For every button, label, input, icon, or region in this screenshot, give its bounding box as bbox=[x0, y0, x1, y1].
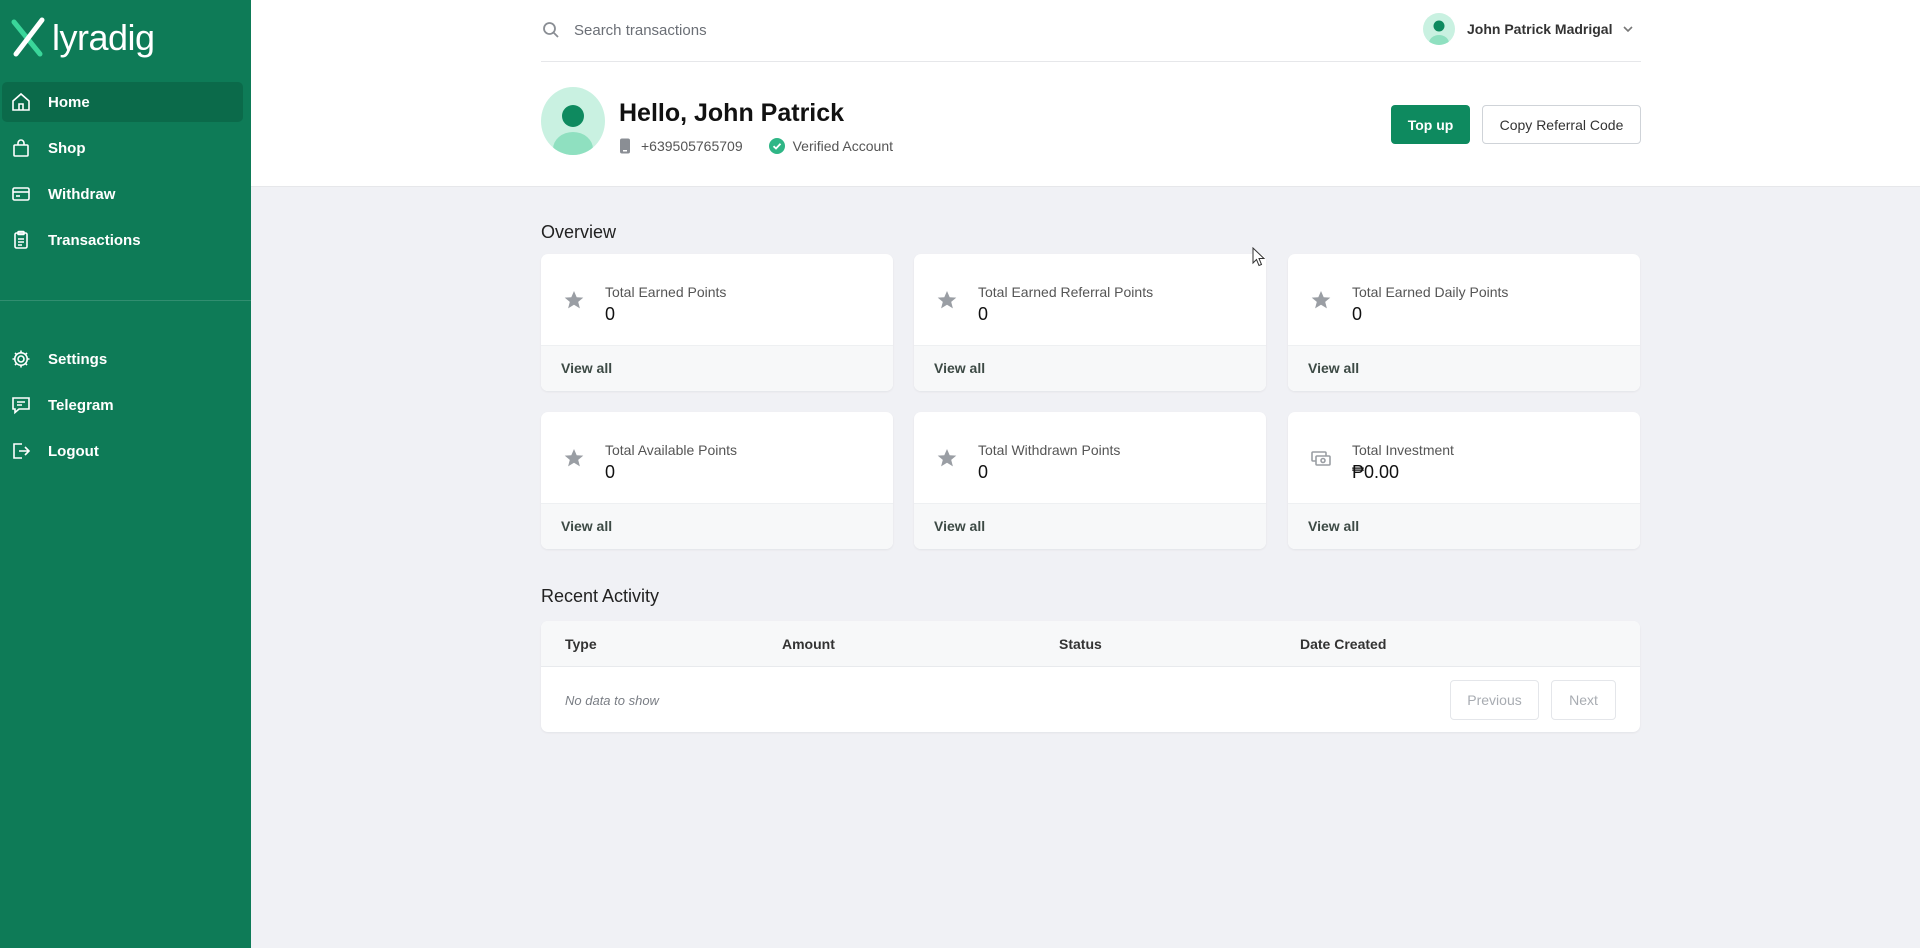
sidebar-item-shop[interactable]: Shop bbox=[2, 128, 243, 168]
top-up-button[interactable]: Top up bbox=[1391, 105, 1470, 144]
sidebar-nav: Home Shop Withdraw Transactions Settings… bbox=[0, 82, 251, 477]
cash-icon bbox=[1311, 451, 1331, 466]
sidebar-divider bbox=[0, 300, 251, 301]
empty-state-text: No data to show bbox=[565, 693, 659, 708]
sidebar-item-label: Shop bbox=[48, 139, 86, 157]
stat-label: Total Available Points bbox=[605, 442, 738, 458]
stat-value: 0 bbox=[978, 304, 989, 324]
stat-card-available-points: Total Available Points 0 View all bbox=[541, 412, 893, 549]
sidebar-item-withdraw[interactable]: Withdraw bbox=[2, 174, 243, 214]
wallet-card-icon bbox=[10, 183, 32, 205]
chat-icon bbox=[10, 394, 32, 416]
user-menu[interactable]: John Patrick Madrigal bbox=[1423, 12, 1634, 46]
profile-avatar bbox=[541, 87, 605, 155]
sidebar-item-transactions[interactable]: Transactions bbox=[2, 220, 243, 260]
phone-number: +639505765709 bbox=[641, 138, 743, 154]
shopping-bag-icon bbox=[10, 137, 32, 159]
stat-label: Total Earned Points bbox=[605, 284, 727, 300]
search-icon bbox=[543, 22, 559, 38]
clipboard-icon bbox=[10, 229, 32, 251]
column-header-status: Status bbox=[1059, 636, 1102, 652]
copy-referral-code-button[interactable]: Copy Referral Code bbox=[1482, 105, 1641, 144]
star-icon bbox=[937, 449, 957, 467]
star-icon bbox=[564, 291, 584, 309]
header-divider bbox=[541, 61, 1641, 62]
verified-status: Verified Account bbox=[792, 138, 894, 154]
view-all-link[interactable]: View all bbox=[561, 518, 612, 534]
home-icon bbox=[10, 91, 32, 113]
previous-page-button[interactable]: Previous bbox=[1450, 680, 1539, 720]
logo-mark-icon bbox=[11, 17, 45, 57]
stat-value: 0 bbox=[605, 304, 616, 324]
table-header: Type Amount Status Date Created bbox=[541, 621, 1640, 667]
recent-activity-title: Recent Activity bbox=[541, 586, 660, 606]
next-page-button[interactable]: Next bbox=[1551, 680, 1616, 720]
chevron-down-icon bbox=[1623, 26, 1634, 33]
column-header-type: Type bbox=[565, 636, 597, 652]
view-all-link[interactable]: View all bbox=[1308, 518, 1359, 534]
logout-icon bbox=[10, 440, 32, 462]
greeting-title: Hello, John Patrick bbox=[619, 99, 845, 127]
sidebar-item-logout[interactable]: Logout bbox=[2, 431, 243, 471]
sidebar-item-label: Telegram bbox=[48, 396, 114, 414]
sidebar-item-home[interactable]: Home bbox=[2, 82, 243, 122]
view-all-link[interactable]: View all bbox=[561, 360, 612, 376]
sidebar-item-label: Home bbox=[48, 93, 90, 111]
brand-logo[interactable]: lyradig bbox=[10, 16, 155, 60]
stat-card-investment: Total Investment ₱0.00 View all bbox=[1288, 412, 1640, 549]
stat-card-daily-points: Total Earned Daily Points 0 View all bbox=[1288, 254, 1640, 391]
sidebar-item-label: Transactions bbox=[48, 231, 141, 249]
sidebar-item-label: Settings bbox=[48, 350, 108, 368]
recent-activity-table: Type Amount Status Date Created No data … bbox=[541, 621, 1640, 732]
top-header: John Patrick Madrigal Hello, John Patric… bbox=[251, 0, 1920, 187]
stat-label: Total Earned Daily Points bbox=[1352, 284, 1509, 300]
sidebar-item-settings[interactable]: Settings bbox=[2, 339, 243, 379]
stat-label: Total Withdrawn Points bbox=[978, 442, 1121, 458]
phone-icon bbox=[620, 138, 630, 154]
star-icon bbox=[1311, 291, 1331, 309]
stat-value: ₱0.00 bbox=[1352, 462, 1400, 482]
brand-name: lyradig bbox=[52, 17, 155, 58]
overview-title: Overview bbox=[541, 222, 617, 242]
stat-value: 0 bbox=[1352, 304, 1363, 324]
sidebar-item-telegram[interactable]: Telegram bbox=[2, 385, 243, 425]
star-icon bbox=[564, 449, 584, 467]
search-bar bbox=[542, 14, 942, 46]
sidebar-item-label: Logout bbox=[48, 442, 99, 460]
star-icon bbox=[937, 291, 957, 309]
stat-label: Total Earned Referral Points bbox=[978, 284, 1154, 300]
profile-summary: Hello, John Patrick +639505765709 Verifi… bbox=[541, 87, 893, 155]
column-header-amount: Amount bbox=[782, 636, 835, 652]
stat-label: Total Investment bbox=[1352, 442, 1454, 458]
verified-check-icon bbox=[768, 138, 785, 154]
stat-value: 0 bbox=[605, 462, 616, 482]
view-all-link[interactable]: View all bbox=[934, 360, 985, 376]
sidebar: lyradig Home Shop Withdraw Transactions bbox=[0, 0, 251, 948]
sidebar-item-label: Withdraw bbox=[48, 185, 116, 203]
gear-icon bbox=[10, 348, 32, 370]
view-all-link[interactable]: View all bbox=[1308, 360, 1359, 376]
stat-card-referral-points: Total Earned Referral Points 0 View all bbox=[914, 254, 1266, 391]
stat-card-earned-points: Total Earned Points 0 View all bbox=[541, 254, 893, 391]
avatar bbox=[1423, 13, 1455, 45]
column-header-date-created: Date Created bbox=[1300, 636, 1387, 652]
user-name: John Patrick Madrigal bbox=[1467, 21, 1613, 37]
search-input[interactable] bbox=[574, 21, 934, 39]
mouse-cursor-icon bbox=[1252, 247, 1266, 267]
stat-card-withdrawn-points: Total Withdrawn Points 0 View all bbox=[914, 412, 1266, 549]
stat-value: 0 bbox=[978, 462, 989, 482]
view-all-link[interactable]: View all bbox=[934, 518, 985, 534]
